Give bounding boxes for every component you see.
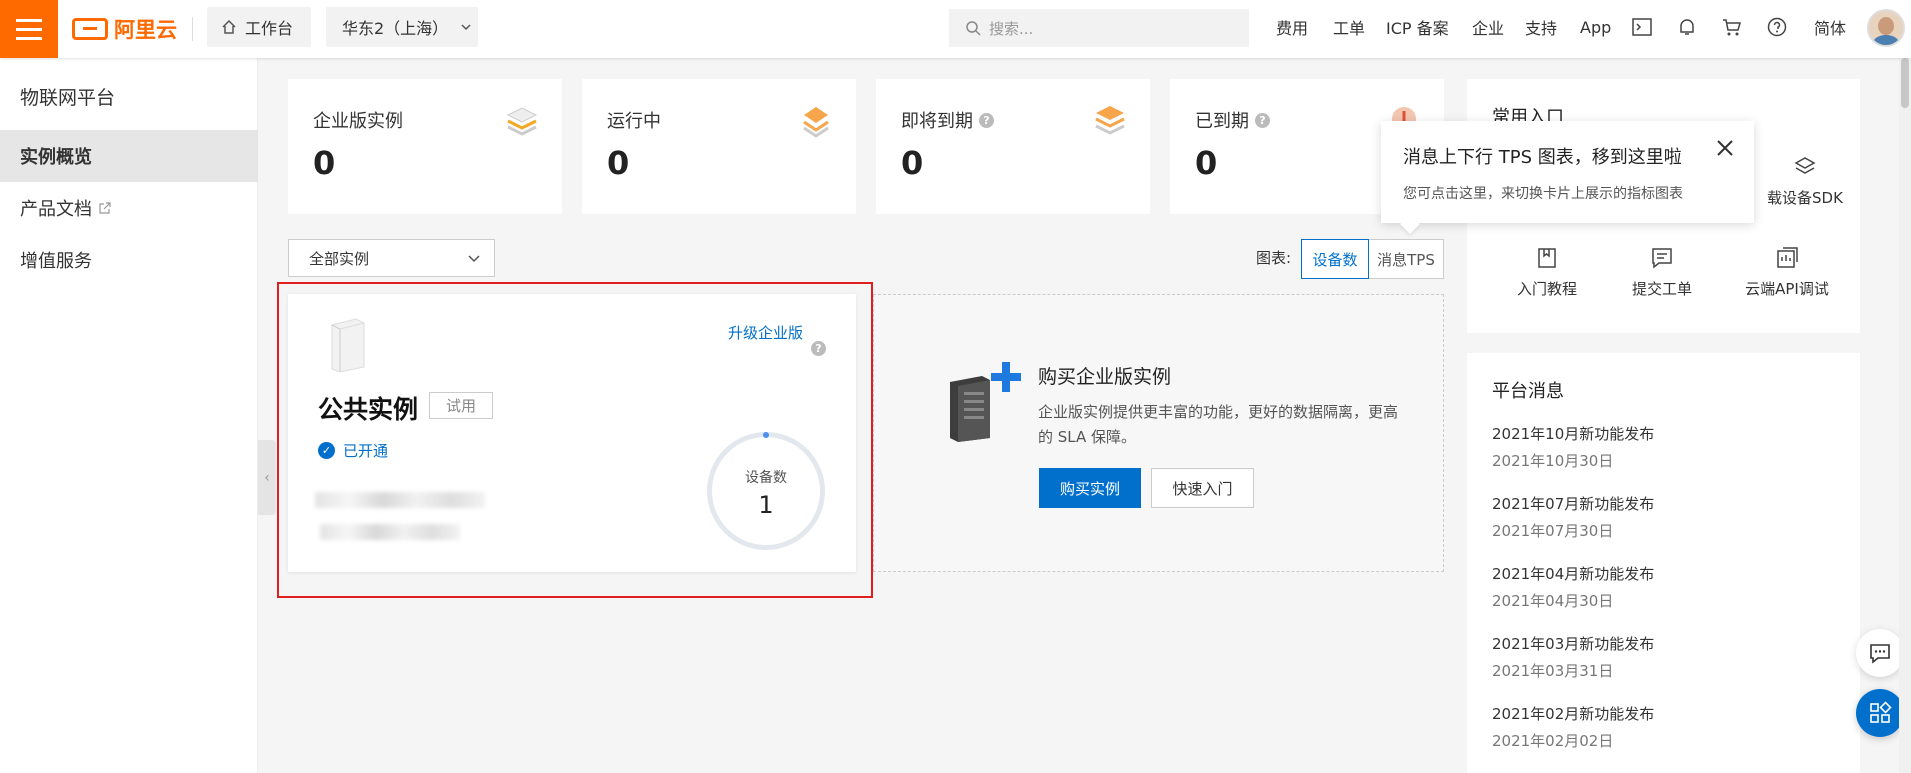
news-item[interactable]: 2021年03月新功能发布 2021年03月31日 [1492,633,1654,681]
sidebar-collapse-button[interactable]: ‹ [258,440,276,515]
tooltip-title: 消息上下行 TPS 图表，移到这里啦 [1403,147,1682,168]
tab-message-tps[interactable]: 消息TPS [1369,239,1444,279]
workbench-label: 工作台 [245,19,294,38]
api-icon [1777,247,1798,268]
stack-icon [506,107,538,136]
server-add-icon [950,362,1021,442]
help-icon[interactable]: ? [979,112,994,128]
home-icon [222,19,236,34]
message-square-icon [1652,248,1672,269]
stat-label: 已到期 [1195,111,1249,132]
chevron-left-icon: ‹ [264,469,270,486]
chat-icon [1870,644,1890,664]
nav-app[interactable]: App [1580,0,1611,54]
close-icon[interactable] [1714,137,1736,159]
stat-value: 0 [901,144,924,182]
apps-button[interactable] [1856,689,1904,737]
news-item[interactable]: 2021年10月新功能发布 2021年10月30日 [1492,423,1654,471]
shortcut-api-debug[interactable]: 云端API调试 [1722,246,1852,299]
menu-icon[interactable] [0,0,58,58]
tab-device-count[interactable]: 设备数 [1301,239,1369,279]
stat-value: 0 [313,144,336,182]
sidebar-item-docs[interactable]: 产品文档 [0,182,258,234]
stat-card-enterprise: 企业版实例 0 [288,79,562,214]
logo-mark-icon [72,18,108,40]
nav-fees[interactable]: 费用 [1276,0,1308,54]
chevron-down-icon [468,255,480,263]
shortcut-ticket[interactable]: 提交工单 [1607,246,1717,299]
stat-label: 企业版实例 [313,111,403,132]
divider [192,17,193,41]
stat-label: 即将到期 [901,111,973,132]
logo-text: 阿里云 [114,18,177,42]
quick-start-button[interactable]: 快速入门 [1151,468,1254,508]
highlight-box [277,282,873,598]
tps-chart-tooltip: 消息上下行 TPS 图表，移到这里啦 您可点击这里，来切换卡片上展示的指标图表 [1381,121,1754,223]
chevron-down-icon [461,24,471,31]
cart-icon[interactable] [1720,15,1744,39]
promo-description: 企业版实例提供更丰富的功能，更好的数据隔离，更高的 SLA 保障。 [1038,403,1399,446]
workbench-button[interactable]: 工作台 [207,7,311,47]
search-icon [966,21,981,36]
stat-value: 0 [607,144,630,182]
stack-icon [803,107,829,138]
stat-value: 0 [1195,144,1218,182]
news-item[interactable]: 2021年02月新功能发布 2021年02月02日 [1492,703,1654,751]
bell-icon[interactable] [1675,15,1699,39]
grid-icon [1870,701,1892,723]
aliyun-logo[interactable]: 阿里云 [72,10,177,48]
stat-card-expiring: 即将到期? 0 [876,79,1150,214]
help-icon[interactable] [1765,15,1789,39]
news-panel: 平台消息 2021年10月新功能发布 2021年10月30日 2021年07月新… [1467,353,1860,773]
chat-button[interactable] [1856,629,1904,677]
stat-card-running: 运行中 0 [582,79,856,214]
region-label: 华东2（上海） [342,19,449,38]
promo-title: 购买企业版实例 [1038,366,1172,388]
sidebar-item-overview[interactable]: 实例概览 [0,130,258,182]
shortcut-device-sdk[interactable]: 载设备SDK [1750,155,1860,208]
news-item[interactable]: 2021年07月新功能发布 2021年07月30日 [1492,493,1654,541]
select-value: 全部实例 [309,249,370,268]
scrollbar-thumb[interactable] [1901,58,1909,108]
stack-icon [1095,106,1125,135]
instance-filter-select[interactable]: 全部实例 [288,239,495,277]
nav-tickets[interactable]: 工单 [1333,0,1365,54]
search-placeholder: 搜索... [989,19,1034,38]
sidebar-title: 物联网平台 [20,87,116,109]
news-item[interactable]: 2021年04月新功能发布 2021年04月30日 [1492,563,1654,611]
nav-support[interactable]: 支持 [1525,0,1557,54]
nav-icp[interactable]: ICP 备案 [1386,0,1449,54]
terminal-icon[interactable] [1630,15,1654,39]
sidebar: 物联网平台 实例概览 产品文档 增值服务 [0,58,258,773]
search-input[interactable]: 搜索... [949,9,1249,47]
region-selector[interactable]: 华东2（上海） [326,7,478,47]
book-icon [1538,248,1556,268]
tooltip-description: 您可点击这里，来切换卡片上展示的指标图表 [1403,186,1683,202]
nav-enterprise[interactable]: 企业 [1472,0,1504,54]
buy-instance-button[interactable]: 购买实例 [1039,468,1141,508]
top-bar: 阿里云 工作台 华东2（上海） 搜索... 费用 工单 ICP 备案 企业 支持… [0,0,1911,58]
sidebar-item-services[interactable]: 增值服务 [0,234,258,286]
help-icon[interactable]: ? [1255,112,1270,128]
scrollbar[interactable] [1899,58,1911,773]
chart-label: 图表: [1256,249,1292,267]
shortcut-tutorial[interactable]: 入门教程 [1492,246,1602,299]
stat-label: 运行中 [607,111,661,132]
layers-icon [1794,157,1816,174]
language-switch[interactable]: 简体 [1814,0,1846,54]
avatar[interactable] [1867,9,1905,47]
external-link-icon [99,201,111,214]
news-title: 平台消息 [1492,381,1564,402]
